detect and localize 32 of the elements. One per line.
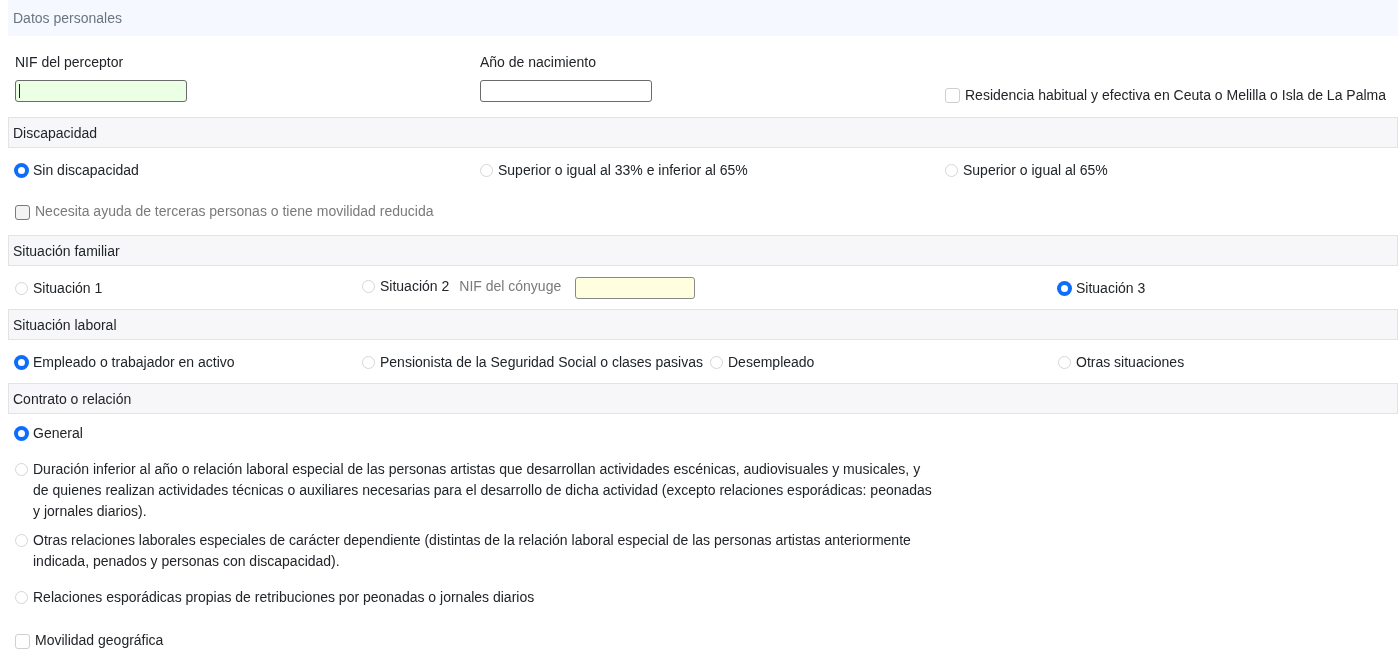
option-label: Superior o igual al 33% e inferior al 65% — [498, 162, 748, 178]
radio-button[interactable] — [1058, 281, 1071, 295]
option-label: General — [33, 424, 84, 443]
input-field[interactable] — [15, 80, 187, 102]
field-label: NIF del cónyuge — [459, 278, 562, 295]
section-title: Situación familiar — [12, 242, 120, 259]
section-title: Situación laboral — [12, 316, 117, 333]
section-title: Contrato o relación — [12, 390, 132, 407]
option-label: Pensionista de la Seguridad Social o clases pasivas — [380, 353, 703, 370]
option-label: Otras situaciones — [1076, 353, 1185, 370]
option-label: Relaciones esporádicas propias de retribuciones por peonadas o jornales diarios — [33, 588, 536, 607]
radio-button[interactable] — [15, 164, 28, 177]
option-label: Duración inferior al año o relación laboral especial de las personas artistas que desarrollan actividades escénicas, audiovisuales y musicales, y de quienes realizan actividades técnicas o auxiliares necesarias para el desarrollo de dicha actividad (excepto relaciones esporádicas: peonadas y jornales diarios). — [33, 460, 933, 521]
option-label: Situación 2 — [380, 278, 450, 295]
radio-button[interactable] — [15, 355, 28, 369]
section-title: Datos personales — [12, 10, 122, 26]
section-title: Discapacidad — [12, 124, 98, 141]
option-label: Empleado o trabajador en activo — [33, 353, 235, 370]
option-label: Situación 1 — [33, 279, 103, 296]
text-cursor-icon — [19, 84, 20, 98]
option-label: Desempleado — [728, 353, 815, 370]
option-label: Sin discapacidad — [33, 162, 139, 178]
option-label: Residencia habitual y efectiva en Ceuta o Melilla o Isla de La Palma — [965, 87, 1387, 103]
option-label: Superior o igual al 65% — [963, 162, 1108, 178]
field-label: Año de nacimiento — [480, 54, 597, 70]
input-field[interactable] — [480, 80, 652, 102]
radio-button[interactable] — [15, 427, 28, 440]
option-label: Situación 3 — [1076, 279, 1146, 296]
option-label: Movilidad geográfica — [35, 631, 165, 650]
option-label: Necesita ayuda de terceras personas o tiene movilidad reducida — [35, 202, 435, 221]
field-label: NIF del perceptor — [15, 54, 125, 70]
option-label: Otras relaciones laborales especiales de carácter dependiente (distintas de la relación laboral especial de las personas artistas anteriormente indicada, penados y personas con discapacidad). — [33, 531, 912, 571]
